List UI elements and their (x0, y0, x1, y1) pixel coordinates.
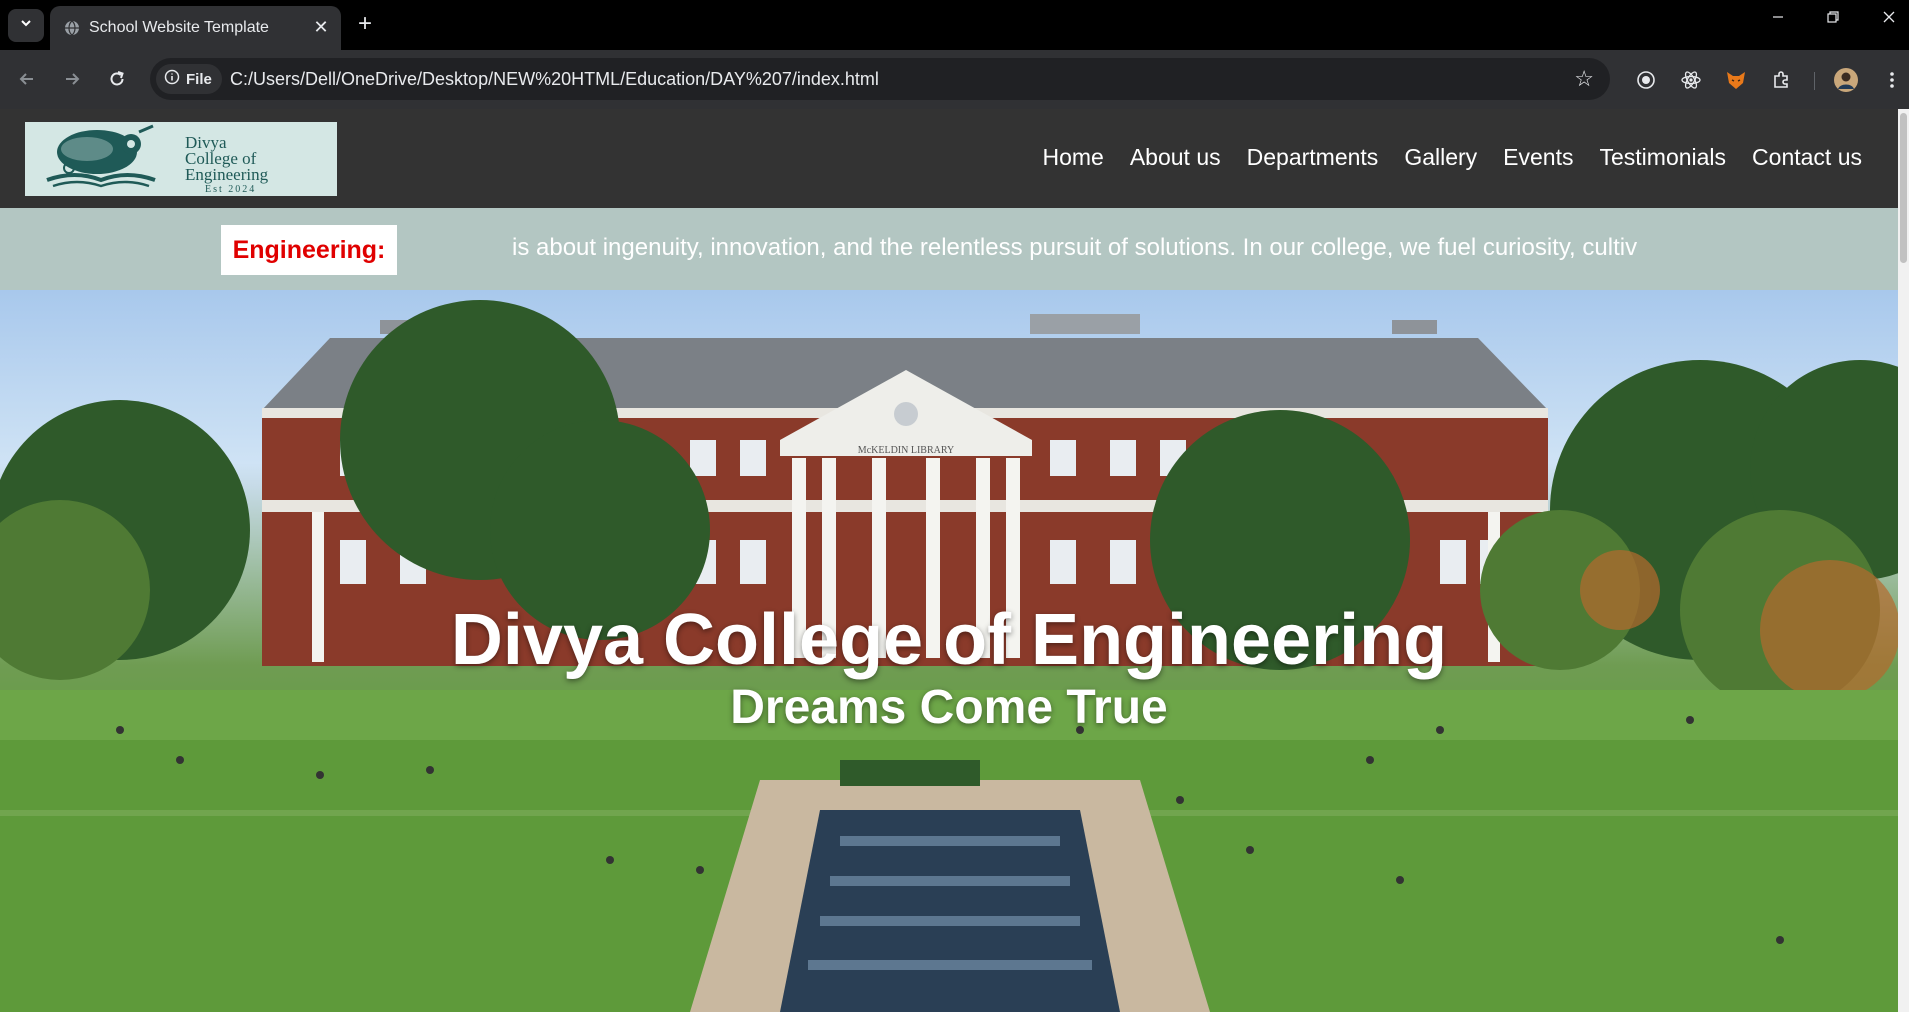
close-window-icon[interactable] (1874, 10, 1904, 29)
site-info-chip[interactable]: File (156, 64, 222, 94)
close-tab-icon[interactable]: ✕ (311, 17, 331, 38)
nav-events[interactable]: Events (1503, 144, 1573, 171)
nav-contact-us[interactable]: Contact us (1752, 144, 1862, 171)
reload-icon[interactable] (102, 64, 132, 94)
logo-est: Est 2024 (205, 184, 256, 195)
bookmark-star-icon[interactable]: ☆ (1574, 66, 1594, 92)
address-bar[interactable]: File C:/Users/Dell/OneDrive/Desktop/NEW%… (150, 58, 1610, 100)
hero-title: Divya College of Engineering (450, 600, 1448, 680)
main-nav: Home About us Departments Gallery Events… (1042, 144, 1862, 171)
logo-line-3: Engineering (185, 165, 269, 184)
nav-testimonials[interactable]: Testimonials (1600, 144, 1727, 171)
info-icon (164, 69, 180, 89)
chevron-down-icon (19, 16, 33, 35)
scrollbar-thumb[interactable] (1900, 113, 1907, 263)
hero-banner: McKELDIN LIBRARY Divya College of Engine… (0, 290, 1898, 1012)
nav-departments[interactable]: Departments (1247, 144, 1379, 171)
announcement-bar: Engineering: is about ingenuity, innovat… (0, 208, 1898, 290)
extension-fox-icon[interactable] (1722, 66, 1750, 94)
site-header: Divya College of Engineering Est 2024 Ho… (0, 109, 1898, 208)
hero-subtitle: Dreams Come True (730, 681, 1168, 734)
back-icon[interactable] (12, 64, 42, 94)
college-logo[interactable]: Divya College of Engineering Est 2024 (25, 122, 337, 196)
browser-toolbar: File C:/Users/Dell/OneDrive/Desktop/NEW%… (0, 50, 1909, 109)
announcement-label: Engineering: (221, 225, 397, 275)
minimize-icon[interactable] (1763, 10, 1793, 29)
toolbar-divider (1814, 72, 1815, 90)
forward-icon[interactable] (57, 64, 87, 94)
nav-about-us[interactable]: About us (1130, 144, 1221, 171)
announcement-text: is about ingenuity, innovation, and the … (512, 234, 1638, 261)
nav-home[interactable]: Home (1042, 144, 1103, 171)
extension-react-icon[interactable] (1677, 66, 1705, 94)
extensions-puzzle-icon[interactable] (1767, 66, 1795, 94)
page-viewport: Divya College of Engineering Est 2024 Ho… (0, 109, 1898, 1012)
tab-search-button[interactable] (8, 9, 44, 42)
new-tab-button[interactable]: + (352, 11, 378, 37)
browser-tab[interactable]: School Website Template ✕ (50, 6, 341, 50)
profile-avatar[interactable] (1832, 66, 1860, 94)
tab-title: School Website Template (89, 19, 269, 36)
restore-icon[interactable] (1818, 10, 1848, 29)
building-sign: McKELDIN LIBRARY (858, 445, 954, 456)
extension-target-icon[interactable] (1632, 66, 1660, 94)
announcement-marquee: is about ingenuity, innovation, and the … (504, 232, 1670, 266)
browser-tab-bar: School Website Template ✕ + (0, 0, 1909, 50)
page-scrollbar[interactable] (1898, 109, 1909, 1012)
nav-gallery[interactable]: Gallery (1404, 144, 1477, 171)
globe-icon (64, 20, 80, 36)
chip-label: File (186, 70, 212, 88)
url-text[interactable]: C:/Users/Dell/OneDrive/Desktop/NEW%20HTM… (230, 69, 879, 90)
menu-kebab-icon[interactable] (1878, 66, 1906, 94)
